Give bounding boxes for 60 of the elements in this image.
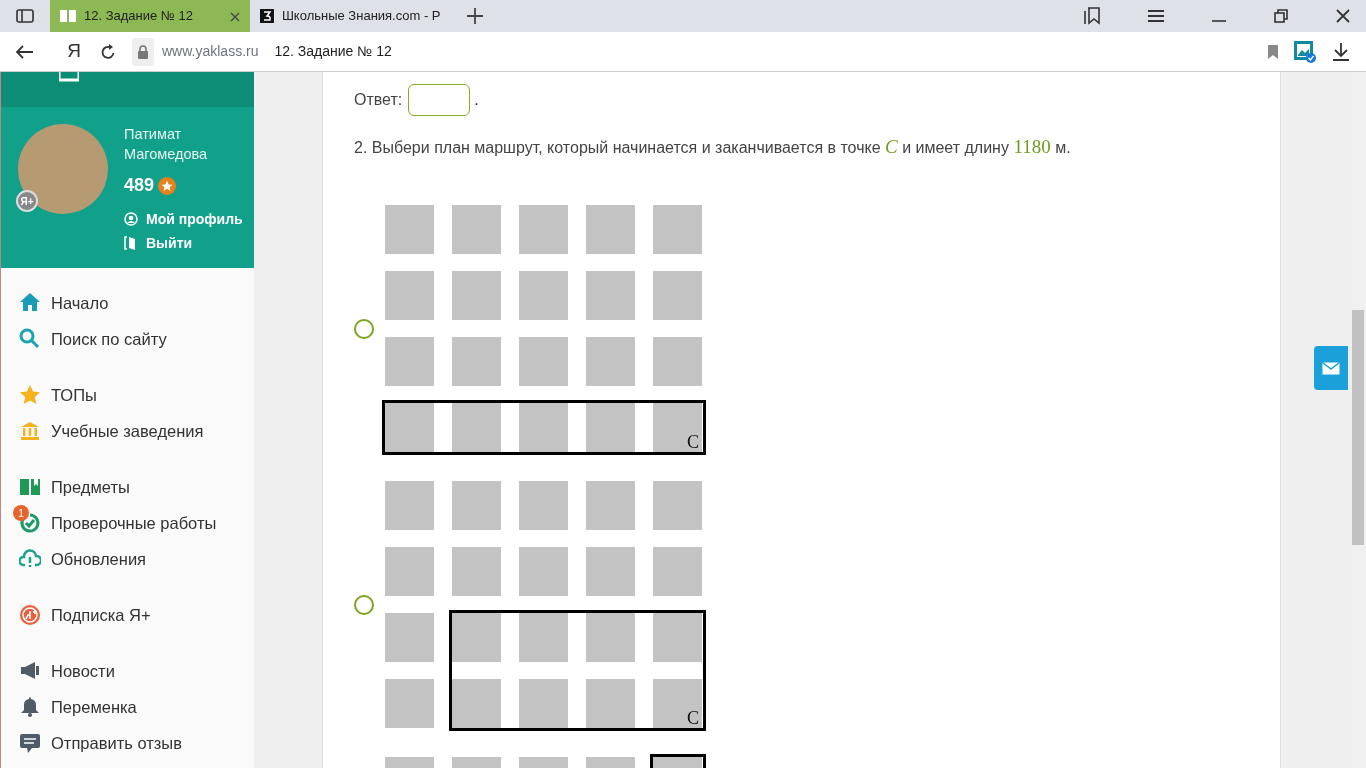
star-icon bbox=[19, 384, 41, 406]
browser-tab[interactable]: Школьные Знания.com - Р bbox=[250, 0, 450, 32]
points-count: 489 bbox=[124, 174, 155, 197]
menu-item[interactable]: Переменка bbox=[1, 689, 254, 725]
bookmarks-icon[interactable] bbox=[1084, 7, 1100, 25]
notification-badge: 1 bbox=[13, 505, 29, 521]
school-icon bbox=[19, 420, 41, 442]
page-title: 12. Задание № 12 bbox=[274, 42, 392, 61]
menu-item[interactable]: Начало bbox=[1, 285, 254, 321]
bell-icon bbox=[19, 696, 41, 718]
close-icon[interactable] bbox=[1336, 9, 1350, 23]
menu-icon[interactable] bbox=[1148, 10, 1164, 22]
close-icon[interactable] bbox=[230, 11, 240, 22]
address-field[interactable]: www.yaklass.ru 12. Задание № 12 bbox=[132, 37, 1278, 66]
radio-button[interactable] bbox=[354, 318, 374, 339]
menu-item[interactable]: Подписка Я+ bbox=[1, 597, 254, 633]
question-text: 2. Выбери план маршрут, который начинается и заканчивается в точке C и имеет длину 1180 м. bbox=[354, 135, 1072, 159]
yandex-button[interactable]: Я bbox=[64, 37, 84, 66]
mail-button[interactable] bbox=[1314, 346, 1348, 390]
download-icon[interactable] bbox=[1332, 42, 1350, 61]
menu-item[interactable]: Предметы bbox=[1, 469, 254, 505]
route-outline bbox=[650, 753, 706, 768]
menu-item[interactable]: Новости bbox=[1, 653, 254, 689]
answer-label: Ответ: bbox=[354, 90, 403, 110]
back-icon[interactable] bbox=[16, 44, 34, 59]
search-icon bbox=[19, 328, 41, 350]
menu-item[interactable]: Проверочные работы 1 bbox=[1, 505, 254, 541]
megaphone-icon bbox=[19, 660, 41, 682]
image-icon[interactable] bbox=[1294, 40, 1316, 63]
browser-tab[interactable]: 12. Задание № 12 bbox=[50, 0, 250, 32]
restore-icon[interactable] bbox=[1274, 9, 1288, 23]
bookmark-icon[interactable] bbox=[1268, 45, 1278, 60]
radio-button[interactable] bbox=[354, 594, 374, 615]
url-domain: www.yaklass.ru bbox=[162, 42, 259, 61]
user-name: Патимат Магомедова bbox=[124, 125, 209, 164]
subscription-icon bbox=[19, 604, 41, 626]
answer-period: . bbox=[474, 90, 479, 110]
user-icon bbox=[124, 212, 138, 226]
point-label: C bbox=[687, 707, 699, 728]
menu-item[interactable]: Поиск по сайту bbox=[1, 321, 254, 357]
sidebar-toggle-icon[interactable] bbox=[16, 9, 34, 23]
menu-item[interactable]: Учебные заведения bbox=[1, 413, 254, 449]
point-label: C bbox=[687, 431, 699, 452]
lock-icon bbox=[137, 44, 149, 59]
site-logo-icon bbox=[260, 9, 274, 23]
book-icon bbox=[60, 10, 76, 22]
door-icon bbox=[124, 236, 138, 250]
home-icon bbox=[19, 292, 41, 314]
menu-item[interactable]: ТОПы bbox=[1, 377, 254, 413]
scrollbar-thumb[interactable] bbox=[1352, 310, 1364, 545]
comment-icon bbox=[19, 732, 41, 754]
answer-field[interactable] bbox=[408, 84, 471, 116]
menu-item[interactable]: Отправить отзыв bbox=[1, 725, 254, 761]
cloud-alert-icon bbox=[19, 548, 41, 570]
mail-icon bbox=[1322, 361, 1340, 375]
book-icon bbox=[19, 476, 41, 498]
subscription-badge: Я+ bbox=[16, 190, 38, 212]
new-tab-icon[interactable] bbox=[467, 8, 483, 24]
menu-item[interactable]: Обновления bbox=[1, 541, 254, 577]
reload-icon[interactable] bbox=[100, 44, 116, 61]
